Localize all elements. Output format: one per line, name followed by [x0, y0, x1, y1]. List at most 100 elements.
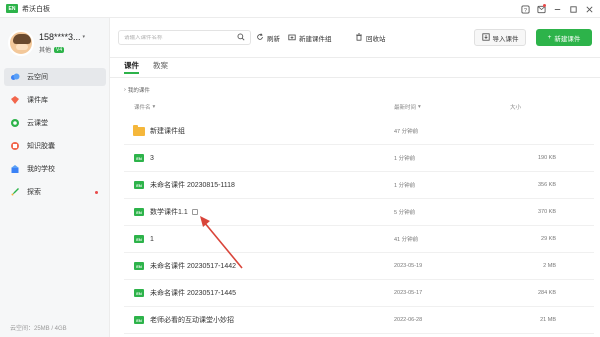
file-size: 190 KB	[537, 155, 556, 161]
table-row[interactable]: 新建课件组 47 分钟前	[124, 118, 594, 145]
file-updated: 47 分钟前	[394, 129, 419, 135]
file-name: 1	[150, 235, 154, 243]
app-logo: EN	[6, 4, 18, 13]
sidebar-item-my-school[interactable]: 我的学校	[4, 160, 106, 178]
sort-icon: ▾	[418, 104, 421, 110]
close-icon[interactable]	[582, 2, 596, 16]
file-name: 未命名课件 20230517-1442	[150, 263, 236, 270]
content-tabs: 课件 教案	[124, 60, 168, 74]
column-header-size[interactable]: 大小	[510, 103, 521, 111]
column-header-label: 课件名	[134, 105, 151, 111]
folder-icon	[133, 124, 145, 136]
courseware-library-icon	[10, 95, 20, 105]
file-name: 3	[150, 154, 154, 162]
file-updated: 2023-05-19	[394, 263, 423, 269]
search-icon[interactable]	[237, 33, 245, 43]
knowledge-capsule-icon	[10, 141, 20, 151]
notification-dot	[95, 191, 98, 194]
table-header: 课件名 ▾ 最新时间 ▾ 大小	[124, 101, 594, 113]
rocket-icon	[10, 187, 20, 197]
table-row[interactable]: EN 3 1 分钟前 190 KB	[124, 145, 594, 172]
file-size: 29 KB	[541, 236, 556, 242]
table-row[interactable]: EN 未命名课件 20230517-1442 2023-05-19 2 MB	[124, 253, 594, 280]
courseware-file-icon: EN	[134, 154, 144, 162]
refresh-button[interactable]: 刷新	[256, 30, 280, 45]
tab-lesson-plan[interactable]: 教案	[153, 60, 168, 74]
recycle-bin-label: 回收站	[366, 35, 386, 43]
sidebar-item-explore[interactable]: 探索	[4, 183, 106, 201]
file-name: 未命名课件 20230517-1445	[150, 290, 236, 297]
file-updated: 5 分钟前	[394, 210, 416, 216]
file-updated: 2022-06-28	[394, 317, 423, 323]
column-header-label: 大小	[510, 105, 522, 111]
new-folder-icon	[288, 33, 296, 43]
table-row[interactable]: EN 老师必看的互动课堂小妙招 2022-06-28 21 MB	[124, 307, 594, 334]
message-icon[interactable]	[534, 2, 548, 16]
table-row[interactable]: EN 1 41 分钟前 29 KB	[124, 226, 594, 253]
sidebar-item-label: 知识胶囊	[27, 143, 55, 150]
recycle-bin-button[interactable]: 回收站	[355, 30, 386, 45]
minimize-icon[interactable]	[550, 2, 564, 16]
table-row[interactable]: EN 数学课件1.1 5 分钟前 370 KB	[124, 199, 594, 226]
shared-icon[interactable]	[191, 209, 198, 215]
svg-text:?: ?	[524, 7, 527, 13]
search-box[interactable]	[118, 30, 251, 45]
notification-dot	[543, 4, 546, 7]
courseware-file-icon: EN	[134, 235, 144, 243]
title-bar: EN 希沃白板 ?	[0, 0, 600, 18]
new-group-button[interactable]: 新建课件组	[288, 30, 332, 45]
file-list: 新建课件组 47 分钟前 EN 3 1 分钟前 190 KB EN 未命名课件 …	[124, 118, 594, 334]
chevron-down-icon[interactable]: ▾	[83, 34, 86, 40]
table-row[interactable]: EN 未命名课件 20230815-1118 1 分钟前 356 KB	[124, 172, 594, 199]
sidebar-item-label: 云空间	[27, 74, 48, 81]
courseware-file-icon: EN	[134, 208, 144, 216]
sidebar-nav: 云空间 课件库 云课堂 知识胶囊 我的学校 探索	[4, 68, 106, 206]
toolbar: 刷新 新建课件组 回收站 导入课件 + 新建课件	[110, 18, 600, 58]
sidebar: 158****3... ▾ 其他 V4 云空间 课件库 云课堂 知识胶囊 我的学…	[0, 18, 110, 337]
sidebar-item-label: 我的学校	[27, 166, 55, 173]
trash-icon	[355, 32, 363, 43]
school-icon	[10, 164, 20, 174]
courseware-file-icon: EN	[134, 316, 144, 324]
avatar[interactable]	[8, 30, 34, 56]
import-label: 导入课件	[492, 35, 519, 43]
sidebar-item-knowledge-capsule[interactable]: 知识胶囊	[4, 137, 106, 155]
window-controls: ?	[518, 2, 596, 16]
sidebar-item-label: 探索	[27, 189, 41, 196]
sidebar-item-courseware-library[interactable]: 课件库	[4, 91, 106, 109]
import-icon	[481, 32, 490, 43]
file-size: 356 KB	[537, 182, 556, 188]
breadcrumb-label: 我的课件	[127, 88, 150, 94]
column-header-updated[interactable]: 最新时间 ▾	[394, 103, 421, 111]
import-courseware-button[interactable]: 导入课件	[474, 29, 526, 46]
tab-courseware[interactable]: 课件	[124, 60, 139, 74]
search-input[interactable]	[124, 34, 237, 41]
column-header-name[interactable]: 课件名 ▾	[134, 103, 155, 111]
file-name: 数学课件1.1	[150, 209, 188, 216]
user-name: 158****3...	[39, 32, 81, 42]
courseware-file-icon: EN	[134, 262, 144, 270]
new-courseware-button[interactable]: + 新建课件	[536, 29, 592, 46]
file-size: 21 MB	[540, 317, 556, 323]
chevron-right-icon: ›	[124, 87, 126, 93]
file-size: 2 MB	[543, 263, 556, 269]
file-size: 284 KB	[537, 290, 556, 296]
cloud-icon	[10, 72, 20, 82]
sidebar-item-label: 云课堂	[27, 120, 48, 127]
courseware-file-icon: EN	[134, 289, 144, 297]
sidebar-item-cloud-space[interactable]: 云空间	[4, 68, 106, 86]
file-name: 新建课件组	[150, 128, 185, 135]
file-updated: 1 分钟前	[394, 156, 416, 162]
storage-usage: 云空间：25MB / 4GB	[10, 326, 67, 332]
help-icon[interactable]: ?	[518, 2, 532, 16]
plus-icon: +	[547, 34, 552, 41]
user-profile[interactable]: 158****3... ▾ 其他 V4	[8, 30, 85, 56]
maximize-icon[interactable]	[566, 2, 580, 16]
table-row[interactable]: EN 未命名课件 20230517-1445 2023-05-17 284 KB	[124, 280, 594, 307]
sidebar-item-label: 课件库	[27, 97, 48, 104]
breadcrumb[interactable]: › 我的课件	[124, 86, 150, 94]
file-updated: 1 分钟前	[394, 183, 416, 189]
new-group-label: 新建课件组	[299, 35, 332, 43]
sort-icon: ▾	[152, 104, 156, 110]
sidebar-item-cloud-class[interactable]: 云课堂	[4, 114, 106, 132]
